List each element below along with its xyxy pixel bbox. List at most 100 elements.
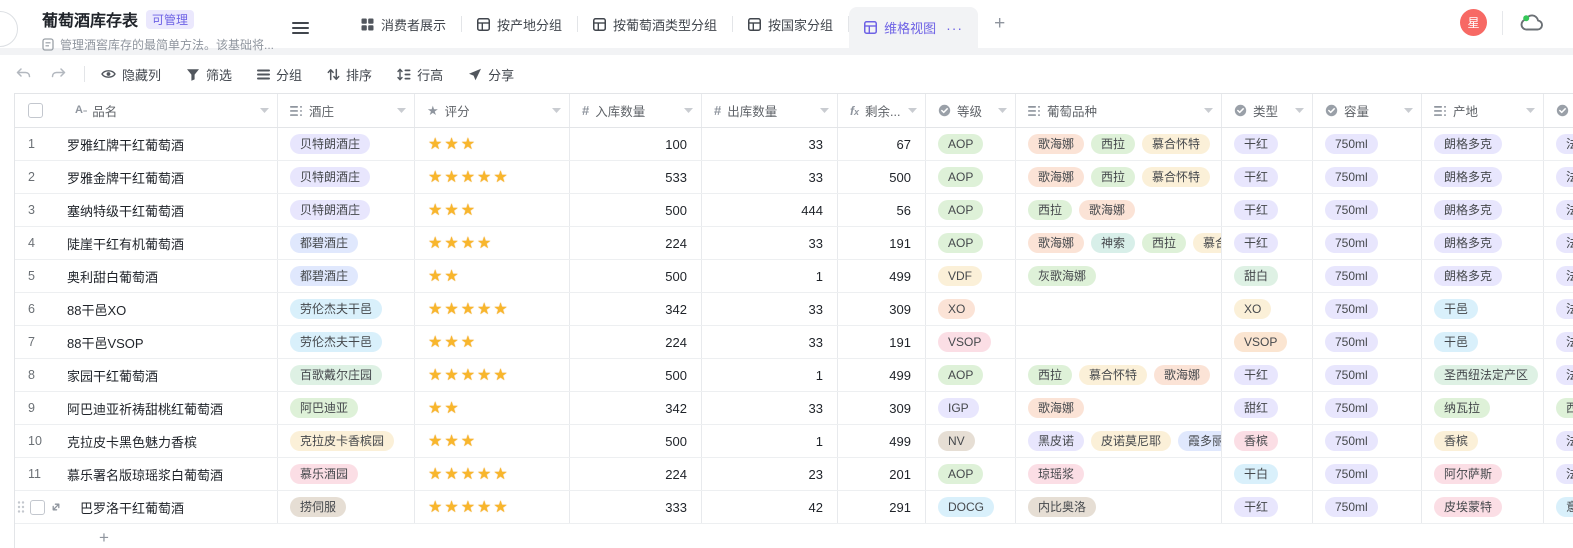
grapes-cell[interactable]: 歌海娜西拉慕合怀特 (1016, 128, 1222, 160)
caret-down-icon[interactable] (552, 108, 561, 113)
tag-pill[interactable]: 朗格多克 (1434, 134, 1502, 154)
tag-pill[interactable]: 捞伺服 (290, 497, 346, 517)
volume-cell[interactable]: 750ml (1313, 227, 1422, 259)
tag-pill[interactable]: IGP (938, 398, 979, 418)
tag-pill[interactable]: 西拉 (1091, 134, 1135, 154)
star-rating[interactable]: ★★★★★ (428, 167, 510, 187)
rating-cell[interactable]: ★★★ (415, 425, 570, 457)
tag-pill[interactable]: 慕合怀特 (1142, 167, 1210, 187)
remaining-cell[interactable]: 499 (838, 425, 926, 457)
tag-pill[interactable]: 霞多丽 (1178, 431, 1222, 451)
rating-cell[interactable]: ★★★ (415, 326, 570, 358)
outbound-cell[interactable]: 33 (702, 392, 838, 424)
cloud-sync-icon[interactable] (1518, 12, 1546, 33)
tag-pill[interactable]: 法国 (1556, 464, 1573, 484)
star-rating[interactable]: ★★★ (428, 332, 477, 352)
country-cell[interactable]: 法国 (1544, 260, 1573, 292)
remaining-cell[interactable]: 56 (838, 194, 926, 226)
grapes-cell[interactable]: 内比奥洛 (1016, 491, 1222, 523)
remaining-cell[interactable]: 309 (838, 293, 926, 325)
volume-cell[interactable]: 750ml (1313, 458, 1422, 490)
tag-pill[interactable]: 750ml (1325, 497, 1378, 517)
grapes-cell[interactable]: 歌海娜 (1016, 392, 1222, 424)
tag-pill[interactable]: NV (938, 431, 975, 451)
inbound-cell[interactable]: 342 (570, 392, 702, 424)
tag-pill[interactable]: 阿巴迪亚 (290, 398, 358, 418)
column-header-9[interactable]: 容量 (1313, 94, 1422, 127)
tag-pill[interactable]: VDF (938, 266, 982, 286)
grade-cell[interactable]: AOP (926, 458, 1016, 490)
row-name-cell[interactable]: 2罗雅金牌干红葡萄酒 (15, 161, 278, 193)
tag-pill[interactable]: 歌海娜 (1028, 233, 1084, 253)
tag-pill[interactable]: 干红 (1234, 233, 1278, 253)
tag-pill[interactable]: 圣西纽法定产区 (1434, 365, 1538, 385)
tag-pill[interactable]: 贝特朗酒庄 (290, 167, 370, 187)
outbound-cell[interactable]: 23 (702, 458, 838, 490)
remaining-cell[interactable]: 67 (838, 128, 926, 160)
grapes-cell[interactable]: 西拉歌海娜 (1016, 194, 1222, 226)
tag-pill[interactable]: 干邑 (1434, 299, 1478, 319)
caret-down-icon[interactable] (908, 108, 917, 113)
inbound-cell[interactable]: 500 (570, 194, 702, 226)
star-rating[interactable]: ★★ (428, 266, 461, 286)
volume-cell[interactable]: 750ml (1313, 293, 1422, 325)
expand-record-icon[interactable] (50, 501, 62, 513)
tag-pill[interactable]: 阿尔萨斯 (1434, 464, 1502, 484)
grapes-cell[interactable]: 西拉慕合怀特歌海娜 (1016, 359, 1222, 391)
star-rating[interactable]: ★★★★ (428, 233, 493, 253)
tag-pill[interactable]: 皮诺莫尼耶 (1091, 431, 1171, 451)
winery-cell[interactable]: 慕乐酒园 (278, 458, 415, 490)
tag-pill[interactable]: 百歌戴尔庄园 (290, 365, 382, 385)
country-cell[interactable]: 意大利 (1544, 491, 1573, 523)
caret-down-icon[interactable] (1404, 108, 1413, 113)
tag-pill[interactable]: 干白 (1234, 464, 1278, 484)
tag-pill[interactable]: 慕合怀特 (1193, 233, 1222, 253)
inbound-cell[interactable]: 100 (570, 128, 702, 160)
winery-cell[interactable]: 都碧酒庄 (278, 227, 415, 259)
tag-pill[interactable]: 干红 (1234, 134, 1278, 154)
tag-pill[interactable]: 西拉 (1028, 365, 1072, 385)
grade-cell[interactable]: VDF (926, 260, 1016, 292)
tag-pill[interactable]: 贝特朗酒庄 (290, 200, 370, 220)
grapes-cell[interactable]: 歌海娜西拉慕合怀特 (1016, 161, 1222, 193)
tag-pill[interactable]: 朗格多克 (1434, 266, 1502, 286)
tag-pill[interactable]: AOP (938, 134, 983, 154)
tag-pill[interactable]: VSOP (1234, 332, 1287, 352)
tag-pill[interactable]: 慕合怀特 (1142, 134, 1210, 154)
add-row-button[interactable]: + (15, 524, 1573, 548)
origin-cell[interactable]: 朗格多克 (1422, 194, 1544, 226)
tag-pill[interactable]: AOP (938, 233, 983, 253)
inbound-cell[interactable]: 342 (570, 293, 702, 325)
redo-icon[interactable] (51, 68, 66, 80)
country-cell[interactable]: 法国 (1544, 161, 1573, 193)
grade-cell[interactable]: VSOP (926, 326, 1016, 358)
select-all-checkbox[interactable] (28, 103, 43, 118)
tag-pill[interactable]: 朗格多克 (1434, 233, 1502, 253)
column-header-1[interactable]: 酒庄 (278, 94, 415, 127)
menu-hamburger-icon[interactable] (292, 22, 309, 34)
row-checkbox[interactable] (30, 500, 45, 515)
star-rating[interactable]: ★★ (428, 398, 461, 418)
star-rating[interactable]: ★★★★★ (428, 299, 510, 319)
tag-pill[interactable]: DOCG (938, 497, 994, 517)
grade-cell[interactable]: AOP (926, 359, 1016, 391)
tag-pill[interactable]: 琼瑶浆 (1028, 464, 1084, 484)
tag-pill[interactable]: 西班牙 (1556, 398, 1573, 418)
toolbar-item-4[interactable]: 行高 (397, 65, 443, 84)
view-tab-3[interactable]: 按国家分组 (733, 0, 848, 48)
tag-pill[interactable]: 神索 (1091, 233, 1135, 253)
winery-cell[interactable]: 阿巴迪亚 (278, 392, 415, 424)
winery-cell[interactable]: 都碧酒庄 (278, 260, 415, 292)
tag-pill[interactable]: 西拉 (1091, 167, 1135, 187)
country-cell[interactable]: 法国 (1544, 194, 1573, 226)
grade-cell[interactable]: DOCG (926, 491, 1016, 523)
rating-cell[interactable]: ★★★★★ (415, 359, 570, 391)
tag-pill[interactable]: 法国 (1556, 266, 1573, 286)
row-name-cell[interactable]: 788干邑VSOP (15, 326, 278, 358)
origin-cell[interactable]: 朗格多克 (1422, 161, 1544, 193)
tab-more-icon[interactable]: ··· (946, 20, 963, 36)
caret-down-icon[interactable] (1526, 108, 1535, 113)
tag-pill[interactable]: 750ml (1325, 464, 1378, 484)
type-cell[interactable]: 甜红 (1222, 392, 1313, 424)
outbound-cell[interactable]: 33 (702, 161, 838, 193)
